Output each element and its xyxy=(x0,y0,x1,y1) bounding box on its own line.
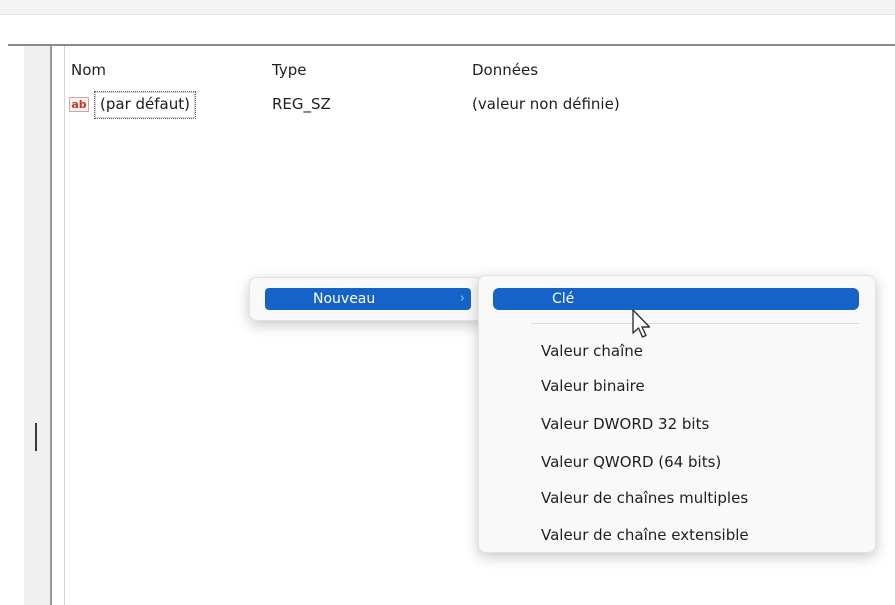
submenu-item-valeur-binaire[interactable]: Valeur binaire xyxy=(493,370,859,402)
value-name-cell[interactable]: (par défaut) xyxy=(94,91,196,119)
value-type-cell: REG_SZ xyxy=(272,95,331,113)
chevron-right-icon: › xyxy=(459,291,465,306)
string-value-icon: ab xyxy=(69,97,91,113)
list-pane-border xyxy=(64,46,65,605)
menu-item-nouveau[interactable]: Nouveau › xyxy=(265,288,471,310)
submenu-item-label: Valeur de chaîne extensible xyxy=(541,526,749,544)
submenu-item-valeur-dword[interactable]: Valeur DWORD 32 bits xyxy=(493,408,859,440)
column-header-data[interactable]: Données xyxy=(472,61,538,79)
submenu-item-valeur-qword[interactable]: Valeur QWORD (64 bits) xyxy=(493,446,859,478)
submenu-item-label: Valeur DWORD 32 bits xyxy=(541,415,710,433)
submenu-item-cle[interactable]: Clé xyxy=(493,288,859,310)
submenu-item-label: Clé xyxy=(552,291,575,307)
submenu-item-label: Valeur de chaînes multiples xyxy=(541,489,749,507)
tree-pane-splitter[interactable] xyxy=(24,46,52,605)
submenu-item-valeur-chaine-extensible[interactable]: Valeur de chaîne extensible xyxy=(493,519,859,551)
context-menu: Nouveau › xyxy=(249,277,484,321)
submenu-item-valeur-chaines-multiples[interactable]: Valeur de chaînes multiples xyxy=(493,482,859,514)
menu-item-label: Nouveau xyxy=(313,291,376,307)
submenu-nouveau: Clé Valeur chaîne Valeur binaire Valeur … xyxy=(478,275,876,553)
splitter-grip[interactable] xyxy=(35,423,37,451)
submenu-item-label: Valeur QWORD (64 bits) xyxy=(541,453,722,471)
submenu-item-label: Valeur binaire xyxy=(541,377,645,395)
mouse-pointer-icon xyxy=(632,309,651,338)
column-header-type[interactable]: Type xyxy=(272,61,306,79)
toolbar-strip xyxy=(0,0,895,15)
submenu-item-valeur-chaine[interactable]: Valeur chaîne xyxy=(493,335,859,367)
menu-separator xyxy=(531,323,859,324)
pane-top-border xyxy=(8,44,895,46)
column-header-name[interactable]: Nom xyxy=(71,61,106,79)
submenu-item-label: Valeur chaîne xyxy=(541,342,643,360)
value-data-cell: (valeur non définie) xyxy=(472,95,620,113)
